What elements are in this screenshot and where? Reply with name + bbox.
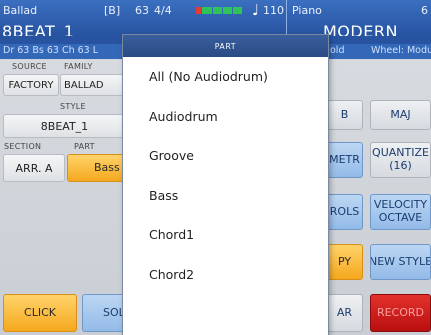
solo-button[interactable]: SOLO <box>82 294 127 332</box>
record-button[interactable]: RECORD <box>370 294 431 332</box>
variation-indicator: [B] <box>104 4 121 17</box>
screen: Ballad [B] 63 4/4 ♩ 110 Piano 6 8BEAT_1 … <box>0 0 431 335</box>
velocity-octave-button[interactable]: VELOCITY OCTAVE <box>370 194 431 230</box>
family-label: FAMILY <box>64 62 93 71</box>
part-dropdown: PART All (No Audiodrum) Audiodrum Groove… <box>123 35 328 335</box>
divider <box>286 0 287 36</box>
b-button[interactable]: B <box>326 100 363 130</box>
octave-label: OCTAVE <box>378 211 423 224</box>
section-field[interactable]: ARR. A <box>3 154 65 182</box>
click-button[interactable]: CLICK <box>3 294 77 332</box>
time-signature: 4/4 <box>154 4 172 17</box>
dropdown-item-chord2[interactable]: Chord2 <box>123 255 328 295</box>
part-label: PART <box>74 142 95 151</box>
quantize-button[interactable]: QUANTIZE (16) <box>370 142 431 178</box>
status-bar: Ballad [B] 63 4/4 ♩ 110 Piano 6 8BEAT_1 … <box>0 0 431 41</box>
note-icon: ♩ <box>252 1 260 19</box>
new-style-button[interactable]: NEW STYLE <box>370 244 431 280</box>
info-hold: old <box>330 45 345 56</box>
info-wheel: Wheel: Modu <box>371 45 431 56</box>
copy-button[interactable]: PY <box>326 244 363 280</box>
controls-button[interactable]: ROLS <box>326 194 363 230</box>
voice-name: Piano <box>292 4 322 17</box>
dropdown-item-groove[interactable]: Groove <box>123 136 328 176</box>
quantize-value: (16) <box>389 159 412 172</box>
tempo-value: 110 <box>263 4 284 17</box>
style-number: 63 <box>135 4 149 17</box>
maj-button[interactable]: MAJ <box>370 100 431 130</box>
dropdown-item-audiodrum[interactable]: Audiodrum <box>123 97 328 137</box>
style-label: STYLE <box>60 102 86 111</box>
source-label: SOURCE <box>12 62 47 71</box>
voice-number: 6 <box>421 4 428 17</box>
source-field[interactable]: FACTORY <box>3 74 59 96</box>
dropdown-item-bass[interactable]: Bass <box>123 176 328 216</box>
dropdown-item-all-no-audiodrum[interactable]: All (No Audiodrum) <box>123 57 328 97</box>
metronome-button[interactable]: METR <box>326 142 363 178</box>
dropdown-title: PART <box>123 35 328 57</box>
dropdown-item-chord1[interactable]: Chord1 <box>123 215 328 255</box>
section-label: SECTION <box>4 142 42 151</box>
family-field[interactable]: BALLAD <box>60 74 126 96</box>
clear-button[interactable]: AR <box>326 294 363 332</box>
part-selector[interactable]: Bass <box>67 154 127 182</box>
style-short-name: Ballad <box>3 4 38 17</box>
style-field[interactable]: 8BEAT_1 <box>3 114 126 138</box>
beat-meter <box>196 7 242 14</box>
info-volumes: Dr 63 Bs 63 Ch 63 L <box>3 45 99 56</box>
